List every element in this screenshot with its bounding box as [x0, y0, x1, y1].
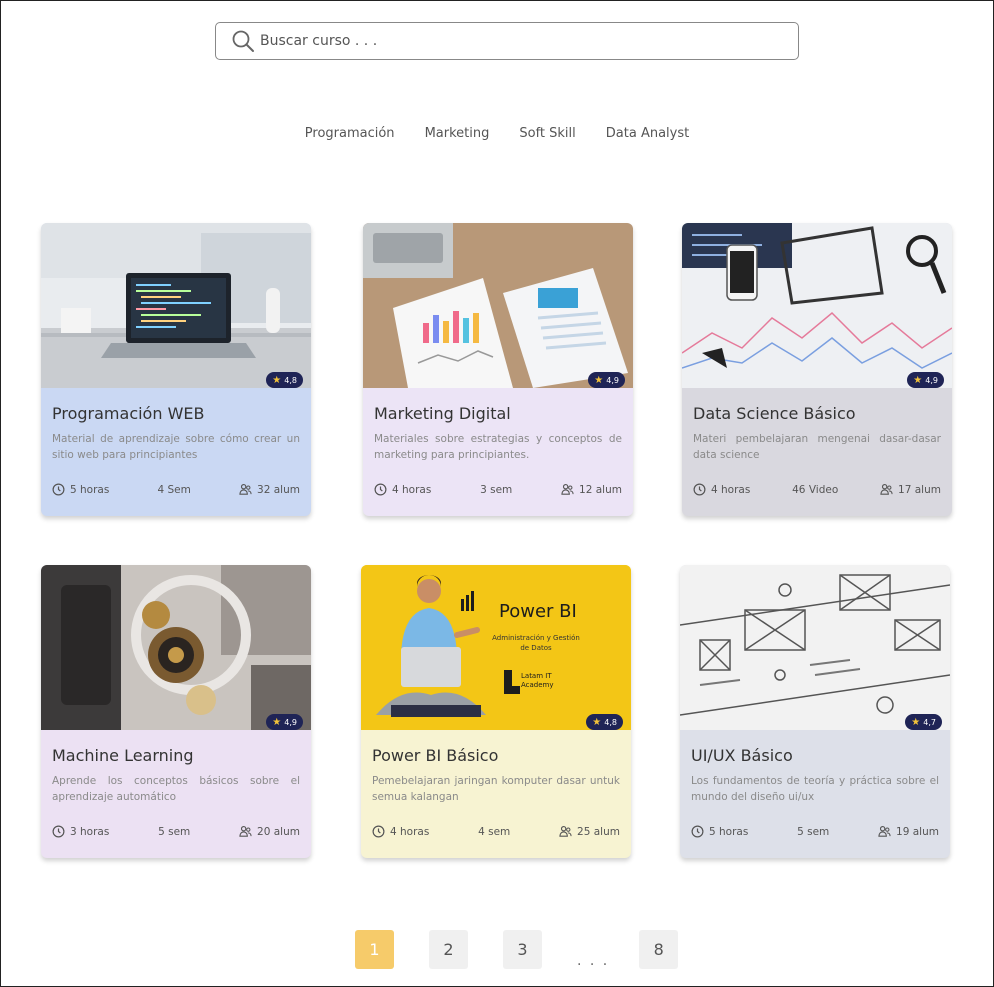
rating-badge: ★ 4,8 — [266, 372, 303, 388]
star-icon: ★ — [594, 374, 604, 386]
rating-badge: ★ 4,9 — [266, 714, 303, 730]
laptop-desk-photo-icon — [41, 223, 311, 388]
star-icon: ★ — [272, 374, 282, 386]
course-title: Data Science Básico — [693, 404, 856, 423]
wireframe-sketch-photo-icon — [680, 565, 950, 730]
star-icon: ★ — [592, 716, 602, 728]
banner-heading: Power BI — [499, 601, 577, 622]
rating-badge: ★ 4,9 — [588, 372, 625, 388]
course-description: Materiales sobre estrategias y conceptos… — [374, 433, 622, 461]
course-meta: 5 horas 4 Sem 32 alum — [52, 483, 300, 496]
course-title: Machine Learning — [52, 746, 194, 765]
machine-gears-photo-icon — [41, 565, 311, 730]
search-icon — [232, 30, 254, 52]
course-card[interactable]: ★ 4,8 Programación WEB Material de aprend… — [41, 223, 311, 516]
course-lessons: 46 Video — [792, 483, 839, 496]
course-description: Los fundamentos de teoría y práctica sob… — [691, 775, 939, 803]
rating-badge: ★ 4,8 — [586, 714, 623, 730]
page-button-2[interactable]: 2 — [429, 930, 468, 969]
course-meta: 4 horas 46 Video 17 alum — [693, 483, 941, 496]
star-icon: ★ — [272, 716, 282, 728]
course-lessons: 4 sem — [478, 825, 511, 838]
category-soft-skill[interactable]: Soft Skill — [519, 126, 575, 141]
course-card[interactable]: ★ 4,9 Data Science Básico Materi pembelaj… — [682, 223, 952, 516]
course-description: Pemebelajaran jaringan komputer dasar un… — [372, 775, 620, 803]
course-title: Programación WEB — [52, 404, 205, 423]
page-button-8[interactable]: 8 — [639, 930, 679, 969]
course-lessons: 5 sem — [158, 825, 191, 838]
course-card[interactable]: ★ 4,7 UI/UX Básico Los fundamentos de teo… — [680, 565, 950, 858]
clock-icon — [52, 825, 65, 838]
page-button-1[interactable]: 1 — [355, 930, 394, 969]
course-image: ★ 4,9 — [682, 223, 952, 388]
course-description: Aprende los conceptos básicos sobre el a… — [52, 775, 300, 803]
course-meta: 5 horas 5 sem 19 alum — [691, 825, 939, 838]
rating-badge: ★ 4,7 — [905, 714, 942, 730]
course-card[interactable]: ★ 4,9 Machine Learning Aprende los concep… — [41, 565, 311, 858]
star-icon: ★ — [913, 374, 923, 386]
star-icon: ★ — [911, 716, 921, 728]
course-card[interactable]: ★ 4,9 Marketing Digital Materiales sobre … — [363, 223, 633, 516]
users-icon — [239, 484, 252, 495]
clock-icon — [374, 483, 387, 496]
users-icon — [561, 484, 574, 495]
users-icon — [559, 826, 572, 837]
clock-icon — [691, 825, 704, 838]
data-charts-photo-icon — [682, 223, 952, 388]
category-nav: Programación Marketing Soft Skill Data A… — [0, 126, 994, 141]
banner-subtitle: Administración y Gestión de Datos — [492, 634, 580, 652]
clock-icon — [693, 483, 706, 496]
clock-icon — [372, 825, 385, 838]
course-lessons: 5 sem — [797, 825, 830, 838]
marketing-charts-photo-icon — [363, 223, 633, 388]
course-title: UI/UX Básico — [691, 746, 793, 765]
pagination: 1 2 3 . . . 8 — [355, 930, 679, 969]
course-title: Marketing Digital — [374, 404, 511, 423]
course-title: Power BI Básico — [372, 746, 499, 765]
course-lessons: 3 sem — [480, 483, 513, 496]
search-input[interactable] — [260, 33, 760, 49]
course-card[interactable]: Power BI Administración y Gestión de Dat… — [361, 565, 631, 858]
course-image: ★ 4,9 — [41, 565, 311, 730]
course-description: Material de aprendizaje sobre cómo crear… — [52, 433, 300, 461]
course-meta: 3 horas 5 sem 20 alum — [52, 825, 300, 838]
course-image: ★ 4,7 — [680, 565, 950, 730]
course-meta: 4 horas 4 sem 25 alum — [372, 825, 620, 838]
banner-brand: Latam IT Academy — [521, 672, 554, 689]
course-image: ★ 4,9 — [363, 223, 633, 388]
category-programacion[interactable]: Programación — [305, 126, 395, 141]
rating-badge: ★ 4,9 — [907, 372, 944, 388]
course-lessons: 4 Sem — [157, 483, 191, 496]
clock-icon — [52, 483, 65, 496]
course-description: Materi pembelajaran mengenai dasar-dasar… — [693, 433, 941, 461]
course-image: ★ 4,8 — [41, 223, 311, 388]
page-button-3[interactable]: 3 — [503, 930, 542, 969]
users-icon — [878, 826, 891, 837]
users-icon — [880, 484, 893, 495]
pagination-ellipsis: . . . — [577, 952, 610, 969]
course-meta: 4 horas 3 sem 12 alum — [374, 483, 622, 496]
category-data-analyst[interactable]: Data Analyst — [606, 126, 689, 141]
users-icon — [239, 826, 252, 837]
course-image: Power BI Administración y Gestión de Dat… — [361, 565, 631, 730]
search-bar[interactable] — [215, 22, 799, 60]
category-marketing[interactable]: Marketing — [425, 126, 490, 141]
